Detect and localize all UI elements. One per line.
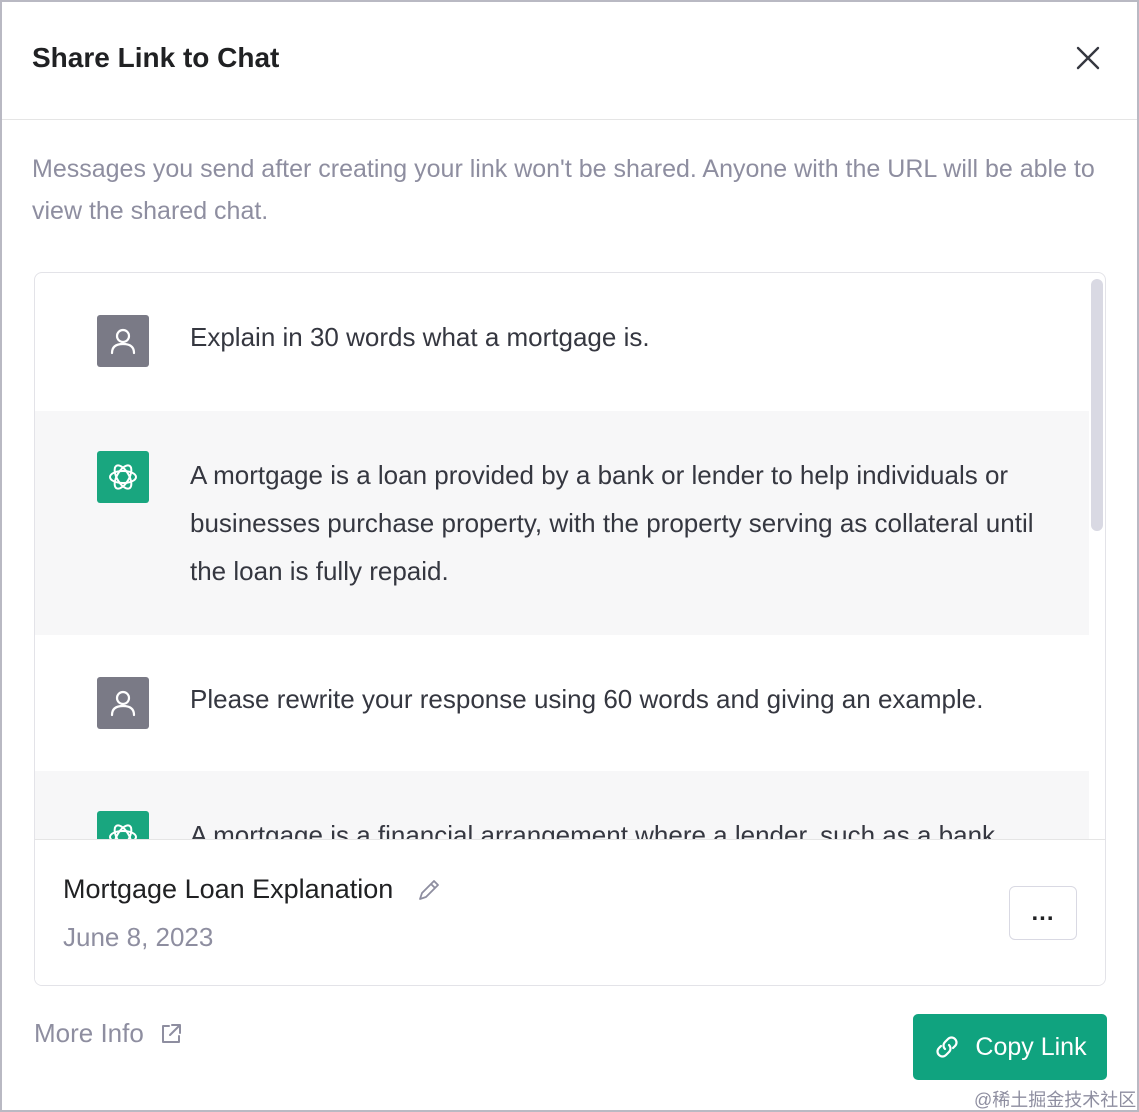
pencil-icon <box>419 880 439 900</box>
message-row: Please rewrite your response using 60 wo… <box>35 635 1089 771</box>
openai-logo-icon <box>109 464 137 490</box>
edit-title-button[interactable] <box>415 876 443 904</box>
message-text: A mortgage is a loan provided by a bank … <box>190 460 1034 586</box>
assistant-avatar <box>97 811 149 839</box>
message-text: Please rewrite your response using 60 wo… <box>190 684 984 714</box>
message-row: Explain in 30 words what a mortgage is. <box>35 273 1089 411</box>
copy-link-label: Copy Link <box>975 1032 1087 1061</box>
more-options-button[interactable]: ... <box>1009 886 1077 940</box>
message-list: Explain in 30 words what a mortgage is. … <box>35 273 1089 839</box>
watermark: @稀土掘金技术社区 <box>974 1090 1137 1110</box>
user-icon <box>110 328 136 355</box>
assistant-avatar <box>97 451 149 503</box>
share-notice: Messages you send after creating your li… <box>32 155 1095 225</box>
message-row: A mortgage is a financial arrangement wh… <box>35 771 1089 839</box>
message-text: A mortgage is a financial arrangement wh… <box>190 820 996 839</box>
external-link-icon <box>161 1023 181 1043</box>
message-text: Explain in 30 words what a mortgage is. <box>190 322 650 352</box>
more-info-label: More Info <box>34 1018 144 1048</box>
user-icon <box>110 690 136 717</box>
openai-logo-icon <box>109 824 137 839</box>
message-row: A mortgage is a loan provided by a bank … <box>35 411 1089 635</box>
link-icon <box>936 1036 959 1058</box>
more-info-link[interactable]: More Info <box>34 1018 184 1049</box>
close-button[interactable] <box>1068 38 1108 78</box>
dialog-header: Share Link to Chat <box>2 2 1137 120</box>
user-avatar <box>97 315 149 367</box>
dialog-title: Share Link to Chat <box>32 42 280 73</box>
chat-date: June 8, 2023 <box>63 922 214 952</box>
scrollbar-thumb[interactable] <box>1091 279 1103 531</box>
copy-link-button[interactable]: Copy Link <box>913 1014 1107 1080</box>
chat-preview: Explain in 30 words what a mortgage is. … <box>34 272 1106 986</box>
share-dialog: Share Link to Chat Messages you send aft… <box>0 0 1139 1112</box>
close-icon <box>1076 46 1100 70</box>
user-avatar <box>97 677 149 729</box>
chat-title: Mortgage Loan Explanation <box>63 874 394 904</box>
chat-footer: Mortgage Loan Explanation June 8, 2023 .… <box>35 839 1105 985</box>
